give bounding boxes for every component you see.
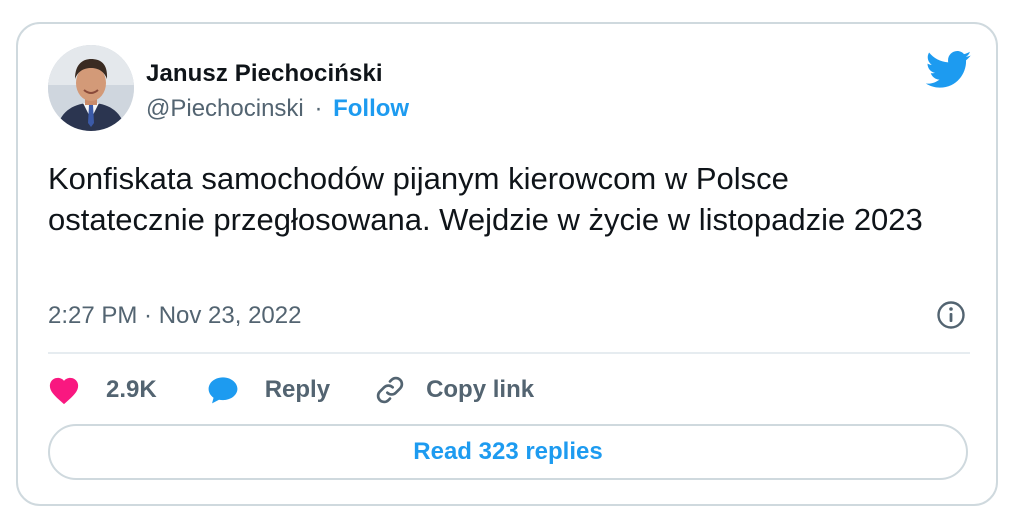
- link-icon: [374, 374, 406, 406]
- reply-label: Reply: [264, 376, 331, 403]
- tweet-text: Konfiskata samochodów pijanym kierowcom …: [48, 161, 923, 237]
- info-icon[interactable]: [936, 300, 966, 330]
- like-count: 2.9K: [106, 376, 157, 403]
- avatar[interactable]: [48, 45, 134, 131]
- tweet-actions: 2.9K Reply Copy link: [48, 370, 534, 410]
- copy-link-label: Copy link: [426, 376, 535, 403]
- speech-bubble-icon: [207, 374, 239, 406]
- copy-link-button[interactable]: Copy link: [374, 374, 534, 406]
- author-handle[interactable]: @Piechocinski: [146, 95, 304, 122]
- heart-icon: [48, 374, 80, 406]
- avatar-image: [48, 45, 134, 131]
- tweet-timestamp[interactable]: 2:27 PM · Nov 23, 2022: [48, 302, 301, 330]
- reply-button[interactable]: Reply: [207, 374, 330, 406]
- follow-button[interactable]: Follow: [333, 95, 409, 122]
- tweet-card: Janusz Piechociński @Piechocinski · Foll…: [16, 22, 998, 506]
- author-handle-line: @Piechocinski · Follow: [146, 95, 409, 123]
- like-button[interactable]: 2.9K: [48, 374, 157, 406]
- divider: [48, 352, 970, 354]
- author-name[interactable]: Janusz Piechociński: [146, 60, 383, 88]
- read-replies-button[interactable]: Read 323 replies: [48, 424, 968, 480]
- twitter-bird-icon[interactable]: [926, 50, 972, 90]
- separator-dot: ·: [314, 95, 323, 122]
